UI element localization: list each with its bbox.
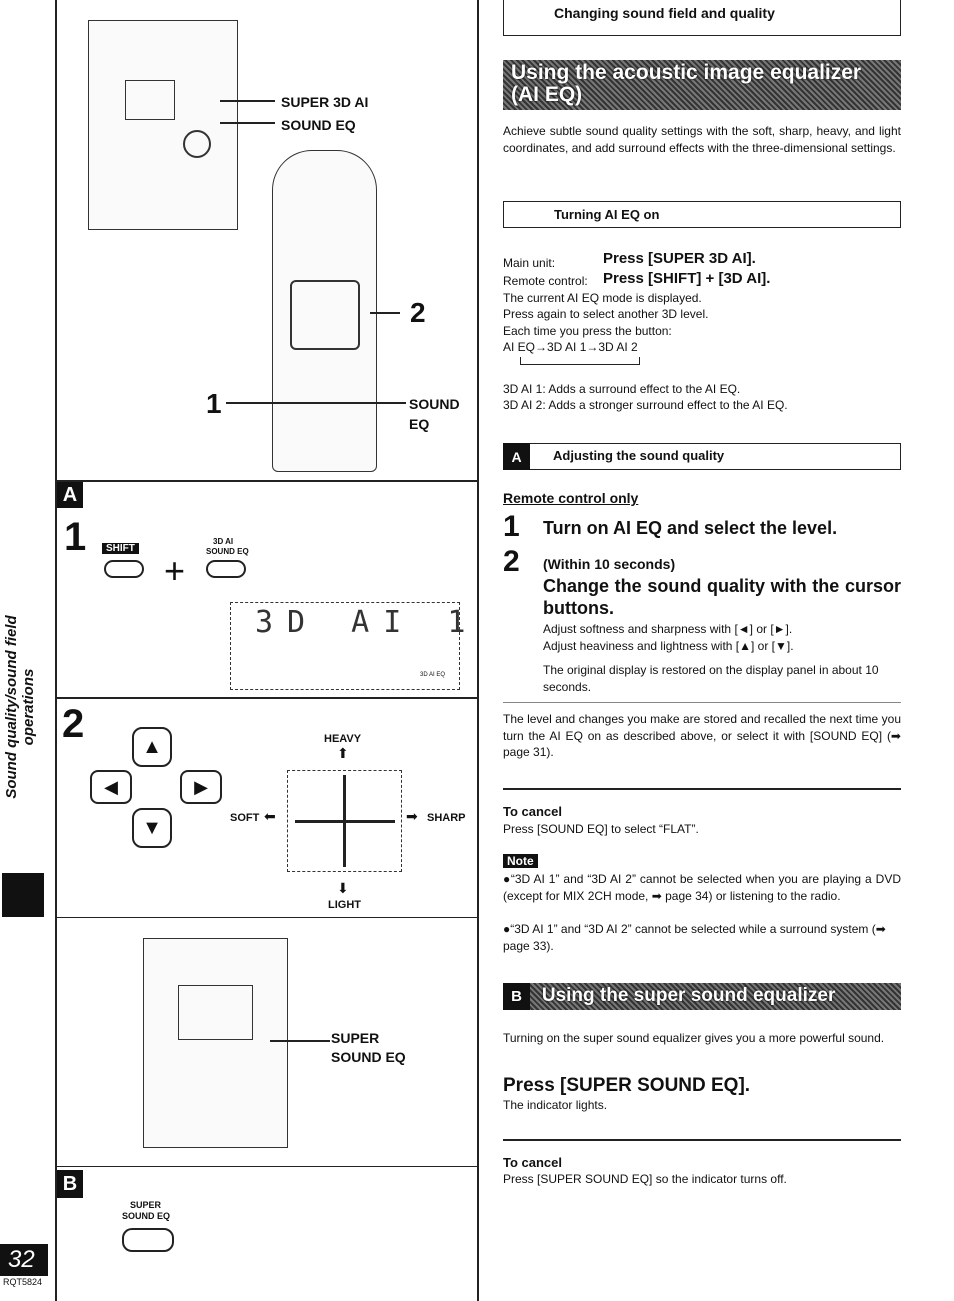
section-b-marker: B bbox=[57, 1170, 83, 1198]
down-button-icon[interactable]: ▼ bbox=[132, 808, 172, 848]
label-sharp: SHARP bbox=[427, 812, 466, 824]
step-1-text: Turn on AI EQ and select the level. bbox=[543, 518, 838, 538]
mode-desc: 3D AI 1: Adds a surround effect to the A… bbox=[503, 382, 741, 396]
step-2-number: 2 bbox=[62, 702, 85, 746]
step-2-callout: 2 bbox=[410, 297, 426, 328]
display-window bbox=[125, 80, 175, 120]
intro-text: Achieve subtle sound quality settings wi… bbox=[503, 124, 901, 155]
page-header: Changing sound field and quality bbox=[503, 0, 901, 36]
label-light: LIGHT bbox=[328, 899, 361, 911]
btn-label-3dai: 3D AI bbox=[213, 537, 234, 546]
restore-text: The original display is restored on the … bbox=[543, 663, 879, 694]
plus-sign: + bbox=[164, 550, 186, 591]
arrow-up-icon: ⬆ bbox=[337, 745, 349, 761]
btn-label-soundeq: SOUND EQ bbox=[206, 547, 249, 556]
label-super-3d-ai: SUPER 3D AI bbox=[281, 94, 369, 110]
sound-eq-button-icon bbox=[206, 560, 246, 578]
remote-label: Remote control: bbox=[503, 274, 588, 288]
display-small: 3D AI EQ bbox=[420, 672, 446, 678]
dial-knob bbox=[183, 130, 211, 158]
up-button-icon[interactable]: ▲ bbox=[132, 727, 172, 767]
label-sound-eq: SOUND EQ bbox=[281, 117, 356, 133]
section-a-marker: A bbox=[57, 482, 83, 508]
cancel-text-1: Press [SOUND EQ] to select “FLAT”. bbox=[503, 822, 699, 836]
doc-code: RQT5824 bbox=[3, 1277, 43, 1287]
page-number: 32 bbox=[0, 1244, 48, 1276]
main-unit-illustration bbox=[88, 20, 238, 230]
main-unit-action: Press [SUPER 3D AI]. bbox=[603, 250, 756, 267]
cancel-title-1: To cancel bbox=[503, 804, 563, 819]
arrow-right-icon: ➡ bbox=[406, 808, 418, 824]
btn-label-super: SUPER bbox=[130, 1200, 162, 1210]
super-intro: Turning on the super sound equalizer giv… bbox=[503, 1031, 885, 1045]
shift-button-icon bbox=[104, 560, 144, 578]
note-item: ●“3D AI 1” and “3D AI 2” cannot be selec… bbox=[503, 872, 901, 903]
main-unit-illustration-2 bbox=[143, 938, 288, 1148]
adjust-title: Adjusting the sound quality bbox=[553, 448, 725, 463]
left-button-icon[interactable]: ◀ bbox=[90, 770, 132, 804]
label-soft: SOFT bbox=[230, 812, 260, 824]
mode-cycle: AI EQ→3D AI 1→3D AI 2 bbox=[503, 340, 638, 354]
step-2-sub: (Within 10 seconds) bbox=[543, 556, 676, 572]
cancel-text-2: Press [SUPER SOUND EQ] so the indicator … bbox=[503, 1172, 787, 1186]
adjust-line: Adjust softness and sharpness with [◄] o… bbox=[543, 622, 793, 636]
step-1-number: 1 bbox=[64, 515, 87, 559]
main-unit-label: Main unit: bbox=[503, 256, 556, 270]
step-1-num: 1 bbox=[503, 510, 520, 543]
label-heavy: HEAVY bbox=[324, 733, 362, 745]
btn-label-super-soundeq: SOUND EQ bbox=[122, 1211, 171, 1221]
stored-text: The level and changes you make are store… bbox=[503, 712, 901, 759]
note-label: Note bbox=[503, 854, 538, 868]
banner-b-letter: B bbox=[503, 983, 530, 1010]
label-sound: SOUND bbox=[409, 396, 460, 412]
banner-b-title: Using the super sound equalizer bbox=[541, 985, 836, 1006]
display-text: 3D AI 1 bbox=[255, 605, 480, 640]
super-sound-eq-button-icon bbox=[122, 1228, 174, 1252]
step-1-callout: 1 bbox=[206, 388, 222, 419]
super-action: Press [SUPER SOUND EQ]. bbox=[503, 1075, 751, 1096]
arrow-down-icon: ⬇ bbox=[337, 880, 349, 896]
adjust-line: Adjust heaviness and lightness with [▲] … bbox=[543, 639, 794, 653]
step-2-text: Change the sound quality with the cursor… bbox=[543, 576, 901, 618]
step-2-num: 2 bbox=[503, 545, 520, 578]
info-line: The current AI EQ mode is displayed. bbox=[503, 291, 702, 305]
turning-ai-eq-heading: Turning AI EQ on bbox=[503, 201, 901, 228]
label-super: SUPER bbox=[331, 1030, 380, 1046]
super-indicator: The indicator lights. bbox=[503, 1098, 608, 1112]
banner-super-sound-eq: B Using the super sound equalizer bbox=[503, 983, 901, 1010]
shift-label: SHIFT bbox=[102, 543, 139, 554]
cancel-title-2: To cancel bbox=[503, 1155, 563, 1170]
section-title-vertical: Sound quality/sound field operations bbox=[3, 615, 37, 799]
remote-only: Remote control only bbox=[503, 490, 639, 506]
info-line: Each time you press the button: bbox=[503, 324, 672, 338]
section-marker bbox=[2, 873, 44, 917]
info-line: Press again to select another 3D level. bbox=[503, 307, 709, 321]
remote-action: Press [SHIFT] + [3D AI]. bbox=[603, 270, 771, 287]
adjust-a-marker: A bbox=[503, 443, 530, 470]
mode-desc: 3D AI 2: Adds a stronger surround effect… bbox=[503, 398, 788, 412]
right-button-icon[interactable]: ▶ bbox=[180, 770, 222, 804]
cursor-pad bbox=[290, 280, 360, 350]
label-eq: EQ bbox=[409, 416, 430, 432]
cycle-return-arrow bbox=[520, 357, 640, 365]
note-item: ●“3D AI 1” and “3D AI 2” cannot be selec… bbox=[503, 922, 886, 953]
arrow-left-icon: ⬅ bbox=[264, 808, 276, 824]
banner-ai-eq: Using the acoustic image equalizer (AI E… bbox=[503, 60, 901, 110]
label-super-sound-eq: SOUND EQ bbox=[331, 1049, 406, 1065]
